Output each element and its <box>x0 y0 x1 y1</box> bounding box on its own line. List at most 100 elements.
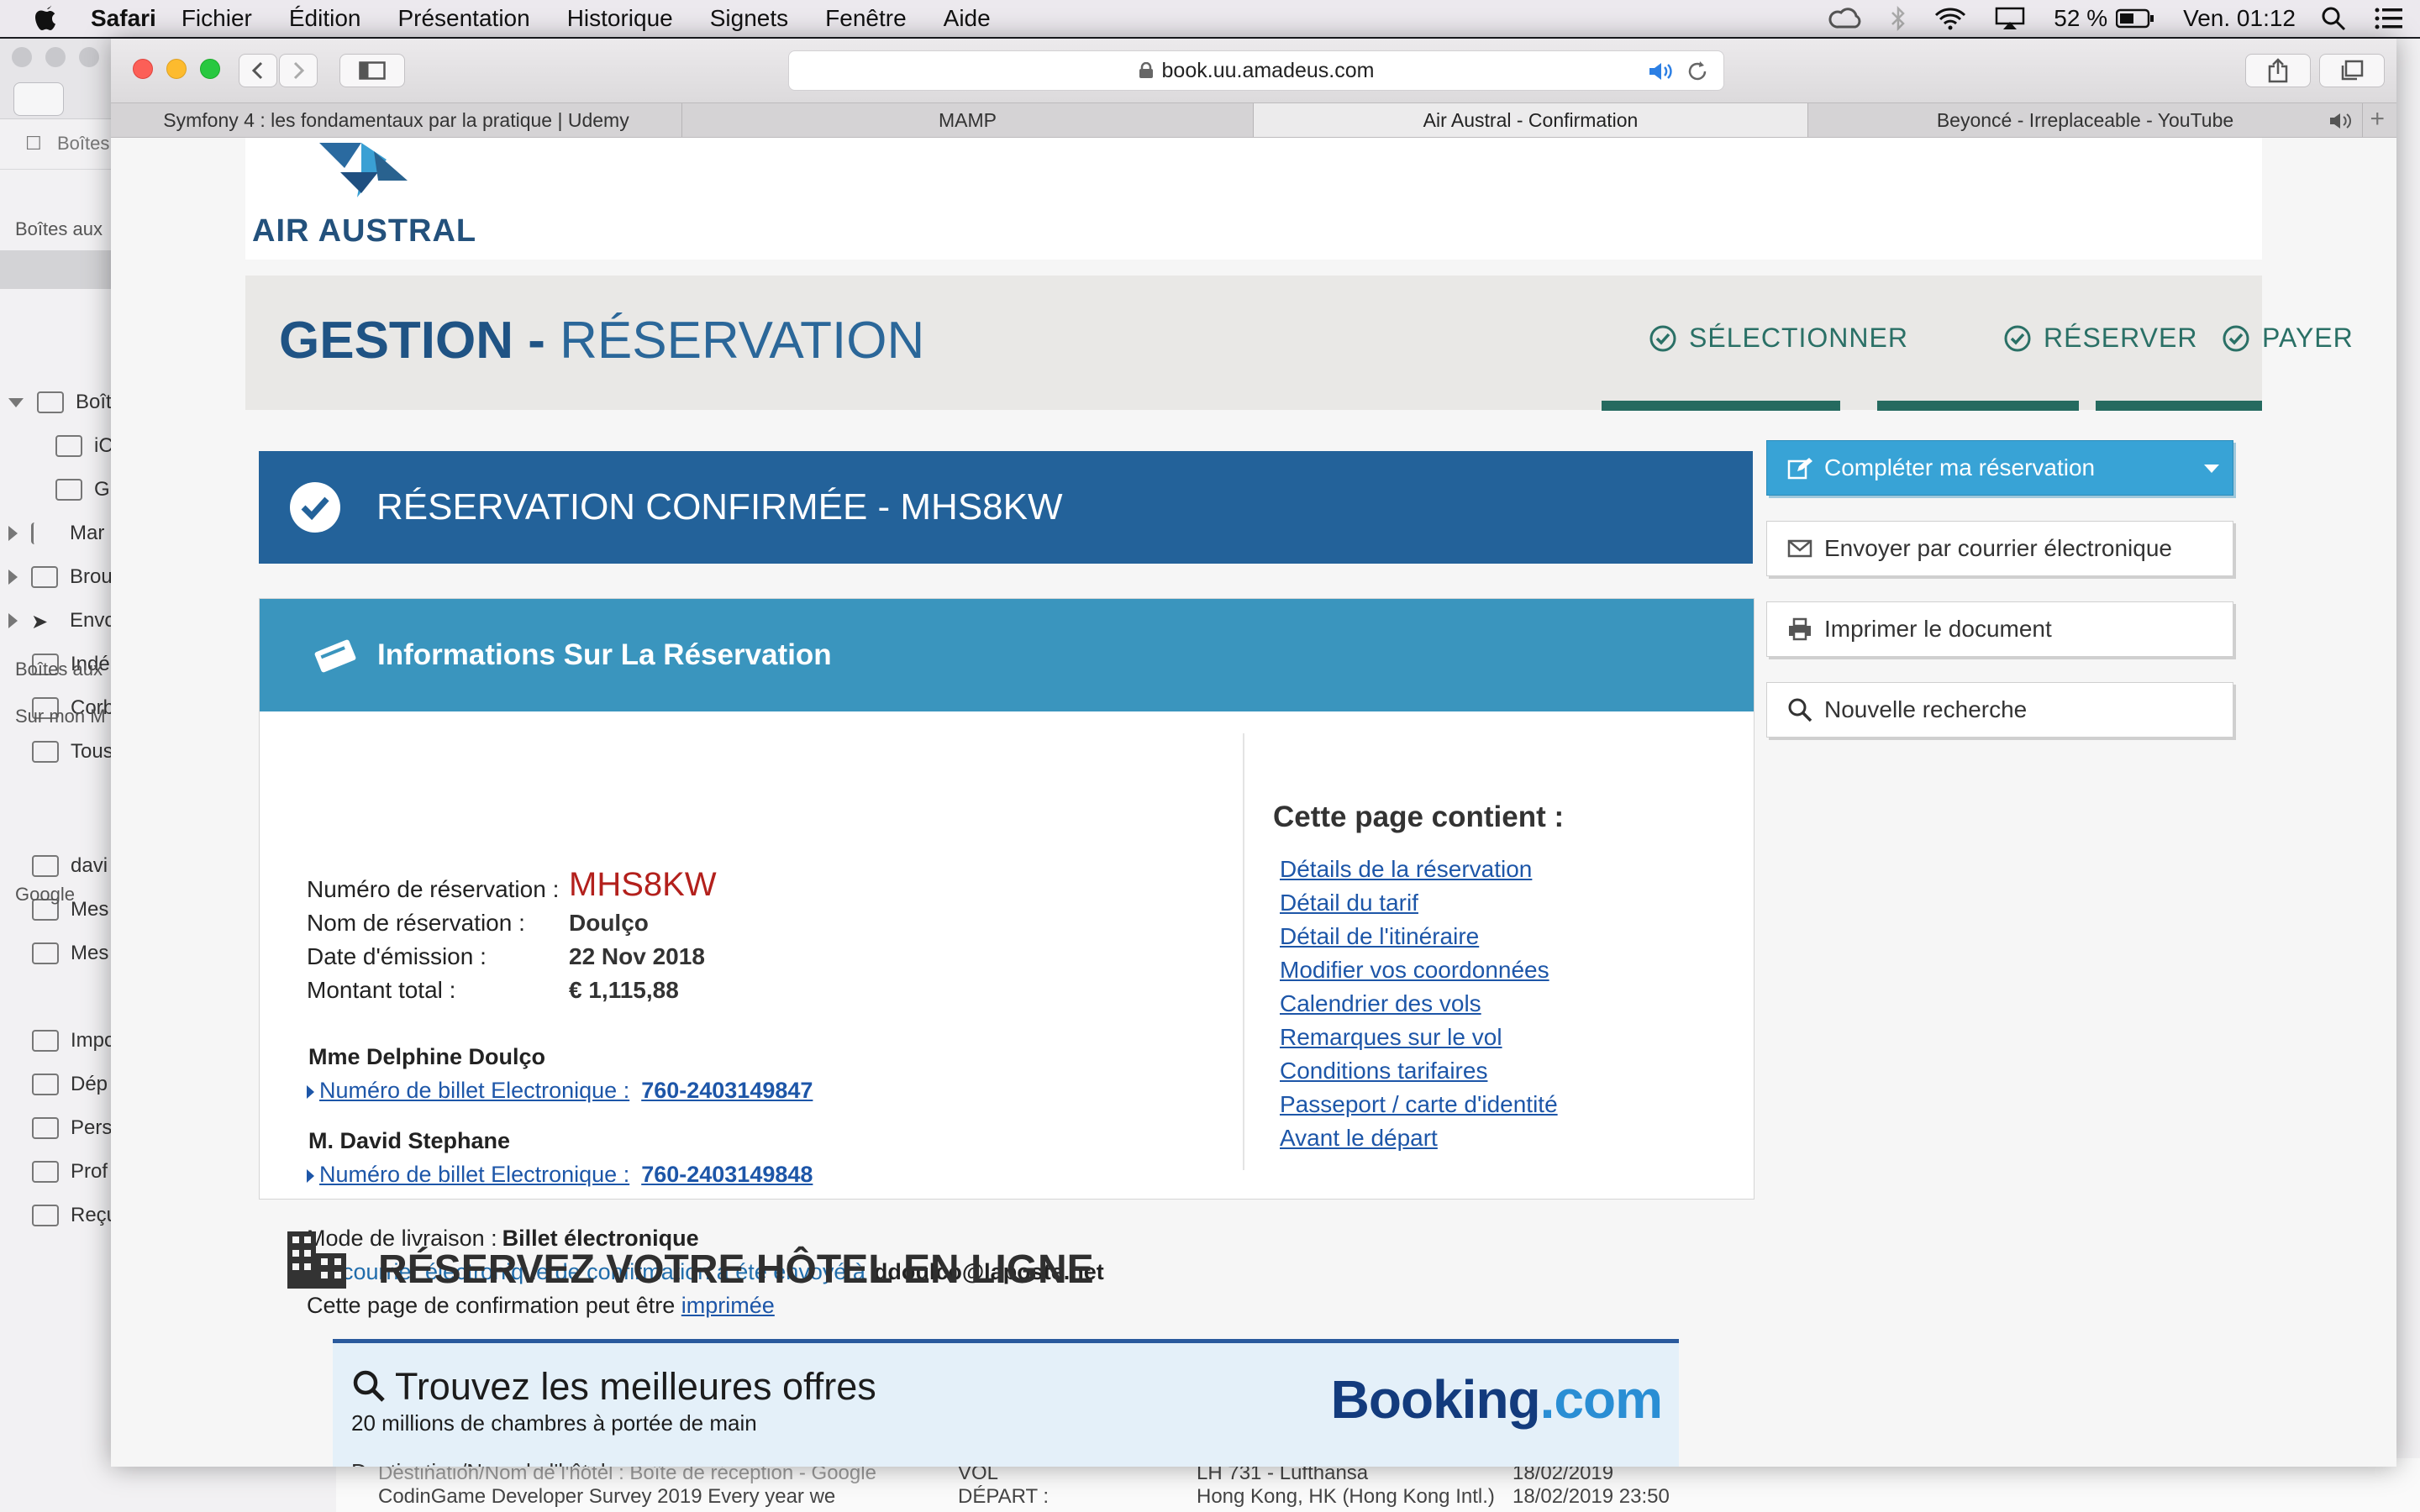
booking-subtitle: 20 millions de chambres à portée de main <box>351 1410 757 1436</box>
back-button[interactable] <box>239 54 277 87</box>
airplay-icon[interactable] <box>1995 7 2025 30</box>
mail-item-inbox[interactable]: Boît <box>8 383 112 422</box>
spotlight-icon[interactable] <box>2321 6 2346 31</box>
menu-safari[interactable]: Safari <box>91 5 156 32</box>
search-icon <box>353 1370 385 1402</box>
new-tab-button[interactable]: + <box>2370 105 2385 134</box>
menu-edition[interactable]: Édition <box>289 5 361 32</box>
mail-close-dot[interactable] <box>12 47 32 67</box>
mail-folder[interactable]: Reçu <box>32 1196 118 1235</box>
search-icon <box>1788 698 1812 722</box>
mail-folder[interactable]: Dép <box>32 1065 108 1104</box>
menu-historique[interactable]: Historique <box>567 5 673 32</box>
mail-sidebar-icon[interactable]: ☐ <box>25 133 42 155</box>
mail-section-label: Sur mon M <box>15 706 106 727</box>
menu-fenetre[interactable]: Fenêtre <box>825 5 907 32</box>
link-flight-remarks[interactable]: Remarques sur le vol <box>1280 1024 1502 1051</box>
check-circle-icon <box>1649 325 1676 351</box>
link-reservation-details[interactable]: Détails de la réservation <box>1280 856 1532 883</box>
mail-folder[interactable]: davi <box>32 847 108 885</box>
mail-item-drafts[interactable]: Brou <box>8 558 113 596</box>
new-search-button[interactable]: Nouvelle recherche <box>1766 682 2233 738</box>
mail-item-google[interactable]: G <box>55 470 110 509</box>
link-passport-id[interactable]: Passeport / carte d'identité <box>1280 1091 1558 1118</box>
audio-playing-icon[interactable] <box>2328 112 2357 130</box>
address-bar[interactable]: book.uu.amadeus.com <box>788 50 1724 91</box>
mail-section-label: Boîtes aux <box>15 218 103 239</box>
step-reserve: RÉSERVER <box>2003 323 2197 354</box>
print-link[interactable]: imprimée <box>681 1293 775 1318</box>
mail-folder[interactable]: Pers <box>32 1109 112 1147</box>
reservation-name-row: Nom de réservation : Doulço <box>307 910 649 936</box>
link-fare-details[interactable]: Détail du tarif <box>1280 890 1418 916</box>
reservation-name: Doulço <box>569 910 649 936</box>
step-select: SÉLECTIONNER <box>1649 323 1908 354</box>
ticket-link[interactable]: Numéro de billet Electronique :760-24031… <box>307 1078 813 1104</box>
column-divider <box>1243 733 1244 1170</box>
mail-item-sent[interactable]: ➤ Envo <box>8 601 116 640</box>
issue-date: 22 Nov 2018 <box>569 943 705 969</box>
send-email-button[interactable]: Envoyer par courrier électronique <box>1766 521 2233 576</box>
menu-presentation[interactable]: Présentation <box>397 5 529 32</box>
tab-youtube[interactable]: Beyoncé - Irreplaceable - YouTube <box>1808 103 2363 137</box>
link-flight-calendar[interactable]: Calendrier des vols <box>1280 990 1481 1017</box>
sidebar-toggle-button[interactable] <box>339 54 405 87</box>
mail-compose-icon[interactable] <box>13 82 64 116</box>
battery-icon[interactable] <box>2116 8 2154 29</box>
complete-reservation-button[interactable]: Compléter ma réservation <box>1766 440 2233 496</box>
share-button[interactable] <box>2245 54 2311 87</box>
ticket-link[interactable]: Numéro de billet Electronique :760-24031… <box>307 1162 813 1188</box>
tab-udemy[interactable]: Symfony 4 : les fondamentaux par la prat… <box>111 103 682 137</box>
zoom-button[interactable] <box>200 59 220 79</box>
total-amount-row: Montant total : € 1,115,88 <box>307 977 679 1003</box>
mail-folder[interactable]: Prof <box>32 1152 108 1191</box>
step-bar-select <box>1602 401 1840 411</box>
link-fare-conditions[interactable]: Conditions tarifaires <box>1280 1058 1487 1084</box>
menu-signets[interactable]: Signets <box>710 5 788 32</box>
check-circle-icon <box>290 482 340 533</box>
chevron-right-icon <box>293 61 305 80</box>
menu-aide[interactable]: Aide <box>944 5 991 32</box>
notification-center-icon[interactable] <box>2375 7 2403 30</box>
printer-icon <box>1789 617 1811 641</box>
mail-min-dot[interactable] <box>45 47 66 67</box>
hotel-section-title: RÉSERVEZ VOTRE HÔTEL EN LIGNE <box>378 1247 1094 1292</box>
close-button[interactable] <box>133 59 153 79</box>
step-bar-pay <box>2096 401 2262 411</box>
sidebar-icon <box>359 61 386 80</box>
link-itinerary-details[interactable]: Détail de l'itinéraire <box>1280 923 1479 950</box>
menu-fichier[interactable]: Fichier <box>182 5 252 32</box>
check-circle-icon <box>2004 325 2031 351</box>
tab-mamp[interactable]: MAMP <box>682 103 1254 137</box>
mail-item-icloud[interactable]: iC <box>55 427 113 465</box>
reservation-info-header: Informations Sur La Réservation <box>260 599 1754 711</box>
mail-folder[interactable]: Impo <box>32 1021 115 1060</box>
mail-selected-row <box>0 250 111 289</box>
clock[interactable]: Ven. 01:12 <box>2183 5 2296 32</box>
bluetooth-icon[interactable] <box>1891 6 1906 31</box>
web-page: AIR AUSTRAL GESTION - RÉSERVATION SÉLECT… <box>111 138 2396 1467</box>
reload-icon[interactable] <box>1686 60 1708 83</box>
mail-zoom-dot[interactable] <box>79 47 99 67</box>
forward-button[interactable] <box>279 54 318 87</box>
mail-item-flagged[interactable]: Mar <box>8 514 104 553</box>
tab-air-austral[interactable]: Air Austral - Confirmation <box>1254 103 1808 137</box>
speaker-icon[interactable] <box>1648 61 1675 81</box>
mail-folder[interactable]: Mes <box>32 934 108 973</box>
booking-widget: Trouvez les meilleures offres 20 million… <box>333 1339 1679 1467</box>
hotel-section: RÉSERVEZ VOTRE HÔTEL EN LIGNE <box>286 1230 1094 1292</box>
mail-item-all[interactable]: Tous <box>32 732 113 771</box>
tab-overview-button[interactable] <box>2319 54 2385 87</box>
link-before-departure[interactable]: Avant le départ <box>1280 1125 1438 1152</box>
booking-title: Trouvez les meilleures offres <box>395 1365 876 1408</box>
share-icon <box>2268 58 2288 83</box>
apple-icon[interactable] <box>35 5 59 32</box>
print-document-button[interactable]: Imprimer le document <box>1766 601 2233 657</box>
booking-logo[interactable]: Booking.com <box>1331 1368 1663 1431</box>
issue-date-row: Date d'émission :22 Nov 2018 <box>307 943 705 969</box>
minimize-button[interactable] <box>166 59 187 79</box>
mail-mailboxes-label[interactable]: Boîtes <box>57 133 109 155</box>
link-edit-contact[interactable]: Modifier vos coordonnées <box>1280 957 1549 984</box>
wifi-icon[interactable] <box>1934 7 1966 30</box>
creative-cloud-icon[interactable] <box>1828 7 1862 30</box>
